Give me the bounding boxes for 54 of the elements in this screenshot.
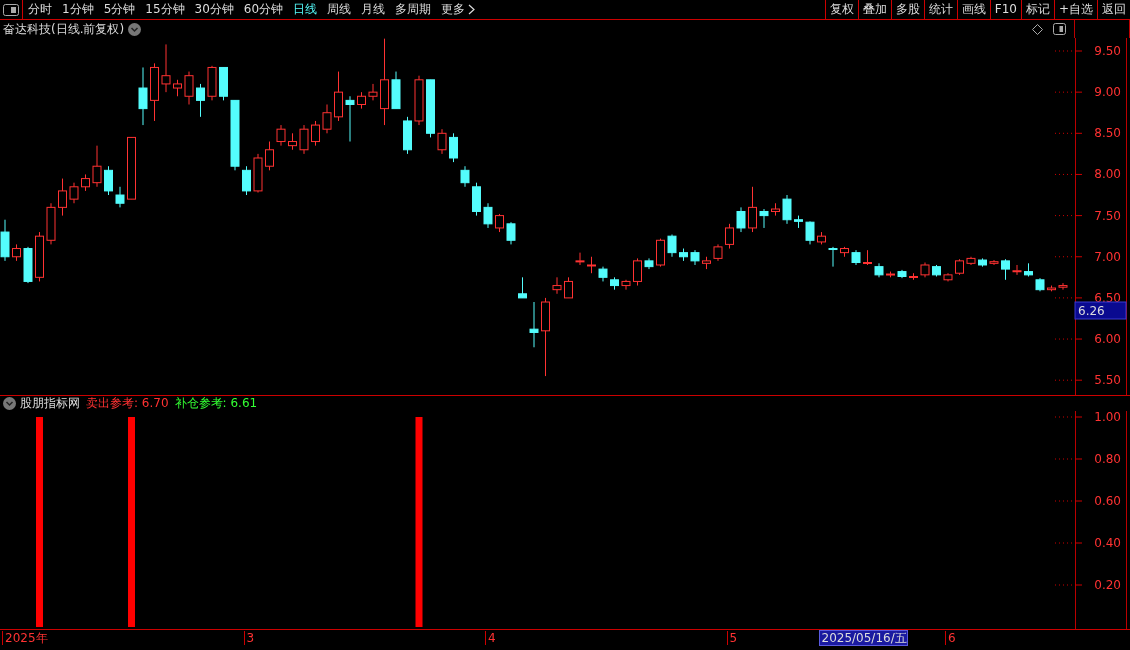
price-axis-label: 6.00 [1094,332,1121,347]
period-tab[interactable]: 15分钟 [140,1,190,18]
indicator-name: 股朋指标网 [20,395,80,412]
period-tab[interactable]: 1分钟 [57,1,99,18]
indicator-axis-label: 1.00 [1094,411,1121,424]
time-axis-label: 3 [243,631,255,645]
price-axis-label: 9.50 [1094,44,1121,58]
period-tab[interactable]: 日线 [288,1,323,18]
price-axis-label: 5.50 [1094,373,1121,388]
price-axis-label: 9.00 [1094,85,1121,100]
time-axis-label: 5 [726,631,738,645]
price-axis-label: 8.00 [1094,167,1121,182]
cursor-date-label: 2025/05/16/五 [818,630,908,646]
indicator-readout: 补仓参考: 6.61 [174,395,258,412]
panel-icon [3,3,19,16]
stock-title: 奋达科技(日线.前复权) [3,20,125,38]
chevron-right-icon [468,4,476,15]
indicator-axis-label: 0.60 [1094,494,1121,508]
toolbar-button[interactable]: +自选 [1053,0,1097,19]
chevron-down-icon[interactable] [128,22,142,36]
time-axis-label: 6 [945,631,956,645]
panel-icon[interactable] [1053,23,1066,35]
toolbar-button[interactable]: 标记 [1020,0,1054,19]
price-axis-label: 7.00 [1094,249,1121,264]
current-price-text: 6.26 [1078,304,1105,318]
period-tab[interactable]: 分时 [23,1,57,18]
toolbar-button[interactable]: F10 [989,0,1021,19]
period-tab[interactable]: 30分钟 [189,1,239,18]
toolbar-button[interactable]: 画线 [956,0,990,19]
period-tab[interactable]: 60分钟 [238,1,289,18]
diamond-icon[interactable] [1032,23,1043,35]
layout-toggle-button[interactable] [0,0,23,19]
current-price-label [1074,301,1127,320]
indicator-axis-label: 0.20 [1094,578,1121,592]
period-tab[interactable]: 5分钟 [98,1,141,18]
toolbar-button[interactable]: 叠加 [857,0,891,19]
price-axis-label: 8.50 [1094,126,1121,141]
price-axis-label: 6.50 [1094,290,1121,305]
toolbar-button[interactable]: 多股 [890,0,924,19]
indicator-axis-label: 0.80 [1094,452,1121,466]
more-menu[interactable]: 更多 [436,1,481,18]
chevron-down-icon[interactable] [3,397,16,410]
time-axis-label: 4 [485,631,496,645]
toolbar-button[interactable]: 复权 [824,0,858,19]
indicator-readout: 卖出参考: 6.70 [86,395,169,412]
indicator-axis-label: 0.40 [1094,536,1121,550]
period-tab[interactable]: 周线 [322,1,357,18]
toolbar-button[interactable]: 返回 [1097,0,1130,19]
toolbar-button[interactable]: 统计 [923,0,957,19]
time-axis-label: 2025年 [2,631,48,645]
period-tab[interactable]: 多周期 [390,1,437,18]
period-tab[interactable]: 月线 [356,1,391,18]
axis-panel [1074,20,1130,38]
price-axis-label: 7.50 [1094,208,1121,223]
